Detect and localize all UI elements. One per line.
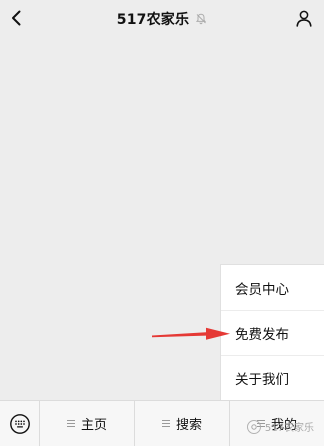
back-chevron-icon bbox=[12, 10, 21, 26]
muted-bell-icon bbox=[195, 13, 207, 25]
keyboard-icon bbox=[9, 413, 30, 434]
page-title: 517农家乐 bbox=[116, 12, 190, 28]
bottom-tab-mine[interactable]: 我的 bbox=[229, 401, 324, 446]
three-lines-icon bbox=[161, 418, 170, 429]
menu-item-about-us[interactable]: 关于我们 bbox=[221, 355, 324, 400]
bottom-tab-label: 搜索 bbox=[175, 418, 202, 433]
back-button[interactable] bbox=[6, 7, 26, 29]
bottom-tab-label: 主页 bbox=[80, 418, 107, 433]
profile-button[interactable] bbox=[292, 7, 316, 29]
menu-item-label: 关于我们 bbox=[235, 372, 289, 388]
menu-item-label: 免费发布 bbox=[235, 327, 289, 343]
bottom-tab-home[interactable]: 主页 bbox=[40, 401, 134, 446]
menu-item-free-publish[interactable]: 免费发布 bbox=[221, 310, 324, 355]
title-wrap: 517农家乐 bbox=[0, 0, 324, 38]
top-navigation-bar: 517农家乐 bbox=[0, 0, 324, 38]
bottom-tab-search[interactable]: 搜索 bbox=[134, 401, 229, 446]
person-icon bbox=[296, 10, 312, 27]
bottom-menu-bar: 主页 搜索 我的 517农家乐 bbox=[0, 400, 324, 446]
three-lines-icon bbox=[66, 418, 75, 429]
three-lines-icon bbox=[256, 418, 265, 429]
popup-menu: 会员中心 免费发布 关于我们 bbox=[221, 265, 324, 400]
bottom-tab-label: 我的 bbox=[270, 418, 297, 433]
menu-item-member-center[interactable]: 会员中心 bbox=[221, 265, 324, 310]
keyboard-toggle-button[interactable] bbox=[0, 401, 40, 446]
menu-item-label: 会员中心 bbox=[235, 281, 289, 298]
